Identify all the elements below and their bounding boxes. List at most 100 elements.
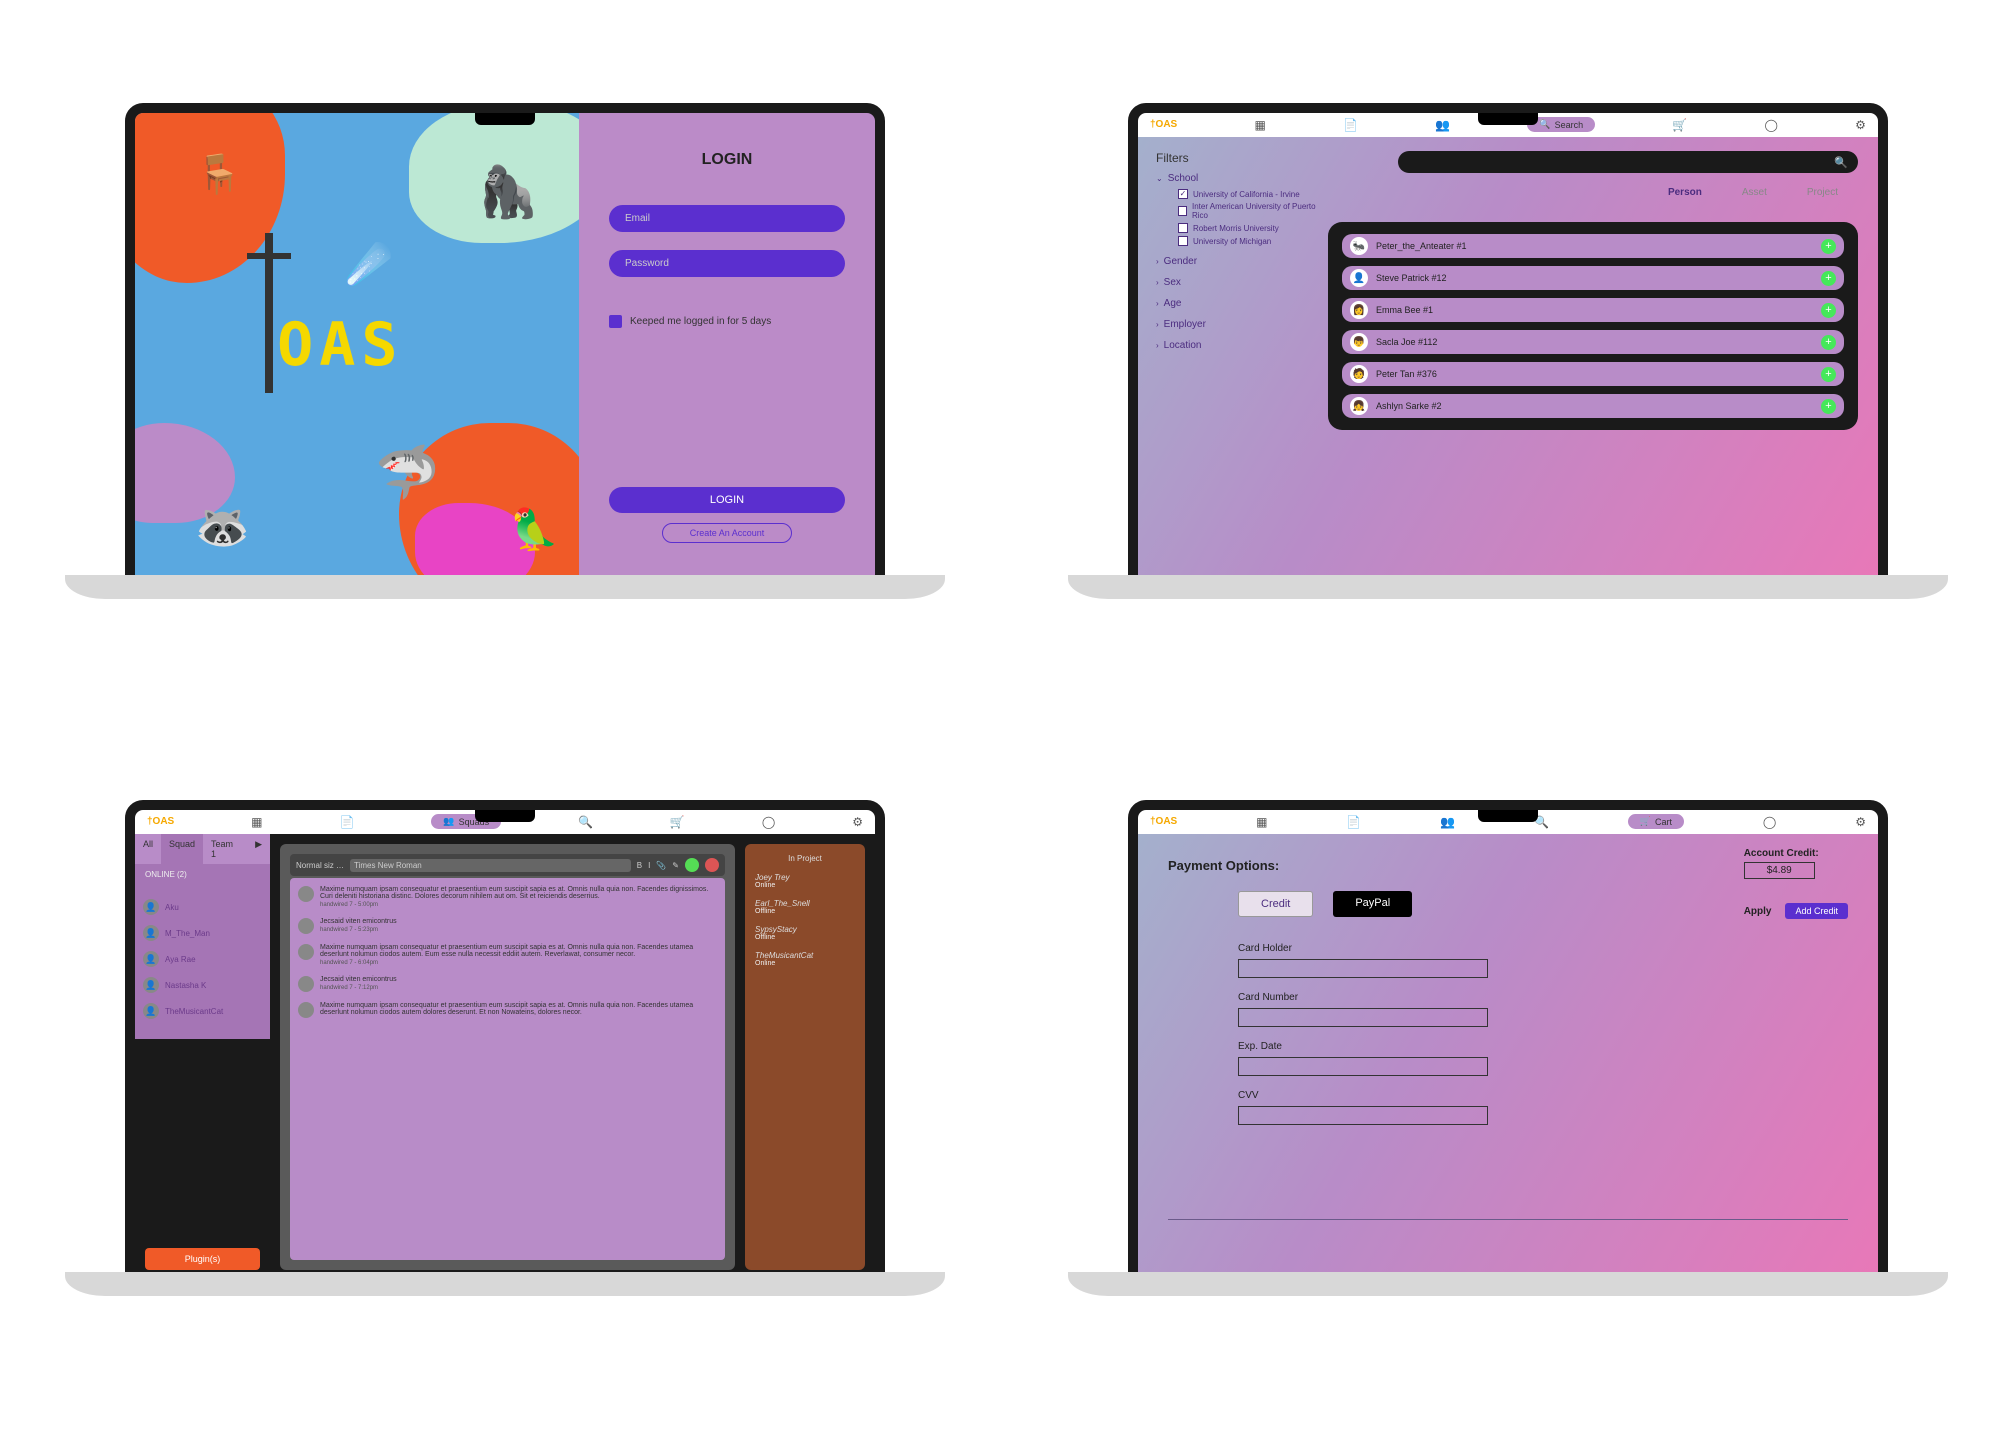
add-icon[interactable]: + [1821, 239, 1836, 254]
italic-icon[interactable]: I [648, 861, 650, 870]
user-icon[interactable]: ◯ [1763, 815, 1776, 829]
list-item[interactable]: TheMusicantCatOnline [755, 951, 855, 967]
credit-button[interactable]: Credit [1238, 891, 1313, 917]
result-item[interactable]: 👧Ashlyn Sarke #2+ [1342, 394, 1844, 418]
document-icon[interactable]: 📄 [1343, 118, 1358, 132]
exp-date-label: Exp. Date [1238, 1041, 1488, 1052]
chat-toolbar: Normal siz … B I 📎 ✎ [290, 854, 725, 876]
login-illustration-panel: 🪑 🦍 ☄️ OAS 🦈 🦝 🦜 [135, 113, 579, 583]
filter-group[interactable]: ›Age [1156, 298, 1316, 309]
list-item[interactable]: 👤Aku [143, 899, 262, 915]
paypal-button[interactable]: PayPal [1333, 891, 1412, 917]
gear-icon[interactable]: ⚙ [852, 815, 863, 829]
play-icon[interactable]: ▶ [247, 834, 270, 864]
grid-icon[interactable]: ▦ [1254, 118, 1265, 132]
avatar: 👤 [143, 925, 159, 941]
filter-item[interactable]: Robert Morris University [1178, 223, 1316, 233]
in-project-title: In Project [755, 854, 855, 863]
edit-icon[interactable]: ✎ [672, 861, 679, 870]
results-panel: 🐜Peter_the_Anteater #1+ 👤Steve Patrick #… [1328, 222, 1858, 430]
list-item[interactable]: 👤M_The_Man [143, 925, 262, 941]
chevron-down-icon: ⌄ [1156, 174, 1163, 183]
chevron-right-icon: › [1156, 257, 1159, 266]
message: Maxime numquam ipsam consequatur et prae… [298, 944, 717, 966]
people-icon[interactable]: 👥 [1435, 118, 1450, 132]
cart-icon[interactable]: 🛒 [1672, 118, 1687, 132]
people-list: 👤Aku 👤M_The_Man 👤Aya Rae 👤Nastasha K 👤Th… [135, 885, 270, 1039]
result-item[interactable]: 👤Steve Patrick #12+ [1342, 266, 1844, 290]
result-item[interactable]: 🧑Peter Tan #376+ [1342, 362, 1844, 386]
filter-item[interactable]: University of Michigan [1178, 236, 1316, 246]
user-icon[interactable]: ◯ [762, 815, 775, 829]
tab-all[interactable]: All [135, 834, 161, 864]
checkbox-icon [609, 315, 622, 328]
list-item[interactable]: 👤TheMusicantCat [143, 1003, 262, 1019]
card-number-field[interactable] [1238, 1008, 1488, 1027]
squad-sidebar: All Squad Team 1 ▶ ONLINE (2) 👤Aku 👤M_Th… [135, 834, 270, 1280]
search-icon[interactable]: 🔍 [578, 815, 593, 829]
filter-item[interactable]: Inter American University of Puerto Rico [1178, 202, 1316, 220]
apply-link[interactable]: Apply [1744, 906, 1772, 917]
filter-group-school[interactable]: ⌄School [1156, 173, 1316, 184]
add-icon[interactable]: + [1821, 367, 1836, 382]
filter-group[interactable]: ›Location [1156, 340, 1316, 351]
tab-team1[interactable]: Team 1 [203, 834, 247, 864]
document-icon[interactable]: 📄 [1346, 815, 1361, 829]
tab-squad[interactable]: Squad [161, 834, 203, 864]
grid-icon[interactable]: ▦ [1256, 815, 1267, 829]
plugin-button[interactable]: Plugin(s) [145, 1248, 260, 1270]
avatar: 🧑 [1350, 365, 1368, 383]
create-account-button[interactable]: Create An Account [662, 523, 792, 543]
brand-logo: †OAS [1150, 816, 1177, 827]
add-icon[interactable]: + [1821, 303, 1836, 318]
user-icon[interactable]: ◯ [1765, 118, 1778, 132]
list-item[interactable]: 👤Nastasha K [143, 977, 262, 993]
tab-person[interactable]: Person [1668, 187, 1702, 198]
exp-date-field[interactable] [1238, 1057, 1488, 1076]
add-credit-button[interactable]: Add Credit [1785, 903, 1848, 919]
add-icon[interactable]: + [1821, 399, 1836, 414]
bold-icon[interactable]: B [637, 861, 642, 870]
filter-group[interactable]: ›Employer [1156, 319, 1316, 330]
result-item[interactable]: 🐜Peter_the_Anteater #1+ [1342, 234, 1844, 258]
gear-icon[interactable]: ⚙ [1855, 815, 1866, 829]
cvv-field[interactable] [1238, 1106, 1488, 1125]
in-project-panel: In Project Joey TreyOnline Earl_The_Snel… [745, 844, 865, 1270]
filter-school-items: University of California - Irvine Inter … [1178, 189, 1316, 246]
tab-project[interactable]: Project [1807, 187, 1838, 198]
list-item[interactable]: Earl_The_SnellOffline [755, 899, 855, 915]
cart-icon[interactable]: 🛒 [670, 815, 685, 829]
filter-group[interactable]: ›Gender [1156, 256, 1316, 267]
people-icon[interactable]: 👥 [1440, 815, 1455, 829]
payment-screen: †OAS ▦ 📄 👥 🔍 🛒 Cart ◯ ⚙ Payment Options:… [1138, 810, 1878, 1280]
add-icon[interactable]: + [1821, 271, 1836, 286]
result-item[interactable]: 👩Emma Bee #1+ [1342, 298, 1844, 322]
password-field[interactable]: Password [609, 250, 845, 277]
card-holder-field[interactable] [1238, 959, 1488, 978]
filters-title: Filters [1156, 151, 1316, 165]
nav-cart-pill[interactable]: 🛒 Cart [1628, 814, 1684, 829]
keep-logged-in-checkbox[interactable]: Keeped me logged in for 5 days [609, 315, 845, 328]
filter-group[interactable]: ›Sex [1156, 277, 1316, 288]
avatar: 👤 [143, 977, 159, 993]
result-item[interactable]: 👦Sacla Joe #112+ [1342, 330, 1844, 354]
attach-icon[interactable]: 📎 [656, 861, 666, 870]
search-input[interactable]: 🔍 [1398, 151, 1858, 173]
stool-icon: 🪑 [195, 153, 242, 197]
cvv-label: CVV [1238, 1090, 1488, 1101]
document-icon[interactable]: 📄 [339, 815, 354, 829]
login-button[interactable]: LOGIN [609, 487, 845, 513]
brand-logo: OAS [277, 310, 403, 380]
gear-icon[interactable]: ⚙ [1855, 118, 1866, 132]
tab-asset[interactable]: Asset [1742, 187, 1767, 198]
list-item[interactable]: Joey TreyOnline [755, 873, 855, 889]
add-icon[interactable]: + [1821, 335, 1836, 350]
grid-icon[interactable]: ▦ [251, 815, 262, 829]
avatar [298, 918, 314, 934]
title-input[interactable] [350, 859, 631, 872]
fontsize-select[interactable]: Normal siz … [296, 861, 344, 870]
list-item[interactable]: SypsyStacyOffline [755, 925, 855, 941]
email-field[interactable]: Email [609, 205, 845, 232]
list-item[interactable]: 👤Aya Rae [143, 951, 262, 967]
filter-item[interactable]: University of California - Irvine [1178, 189, 1316, 199]
